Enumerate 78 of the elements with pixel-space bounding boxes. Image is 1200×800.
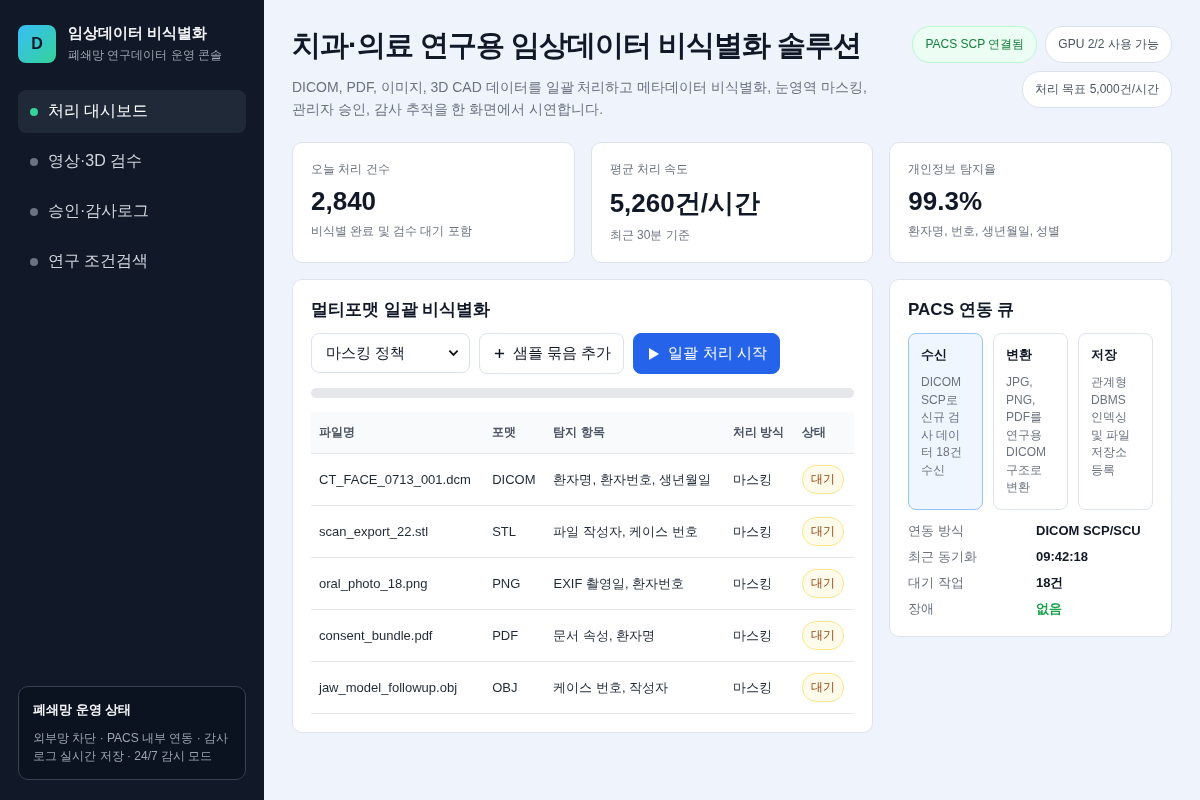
policy-select[interactable]: 마스킹 정책 bbox=[311, 333, 470, 373]
logo-icon: D bbox=[18, 25, 56, 63]
stage-card[interactable]: 수신 DICOM SCP로 신규 검사 데이터 18건 수신 bbox=[908, 333, 983, 510]
table-cell: 마스킹 bbox=[724, 557, 795, 610]
table-cell: scan_export_22.stl bbox=[311, 505, 485, 558]
column-header: 포맷 bbox=[484, 412, 546, 454]
stage-title: 변환 bbox=[1006, 346, 1033, 364]
table-cell: 파일 작성자, 케이스 번호 bbox=[545, 505, 725, 558]
status-badge: GPU 2/2 사용 가능 bbox=[1045, 26, 1172, 63]
status-badge: 처리 목표 5,000건/시간 bbox=[1021, 71, 1172, 108]
detail-label: 최근 동기화 bbox=[908, 547, 978, 566]
table-cell: jaw_model_followup.obj bbox=[311, 661, 485, 714]
nav-item[interactable]: 승인·감사로그 bbox=[18, 190, 246, 233]
status-badge: 대기 bbox=[802, 621, 845, 650]
page-title: 치과·의료 연구용 임상데이터 비식별화 솔루션 bbox=[292, 28, 862, 63]
page-description: DICOM, PDF, 이미지, 3D CAD 데이터를 일괄 처리하고 메타데이터 비식별화, 눈영역 마스킹, 관리자 승인, 감사 추적을 한 화면에서 시연합니다. bbox=[292, 78, 868, 119]
column-header: 처리 방식 bbox=[724, 412, 795, 454]
column-header: 탐지 항목 bbox=[545, 412, 725, 454]
table-cell: EXIF 촬영일, 환자번호 bbox=[545, 557, 725, 610]
table-cell: 문서 속성, 환자명 bbox=[545, 609, 725, 662]
table-cell: PDF bbox=[484, 609, 546, 662]
table-cell: DICOM bbox=[484, 453, 546, 506]
table-cell: consent_bundle.pdf bbox=[311, 609, 485, 662]
status-badge: 대기 bbox=[802, 465, 845, 494]
stat-value: 2,840 bbox=[311, 186, 378, 217]
column-header: 상태 bbox=[794, 412, 854, 454]
nav-item[interactable]: 처리 대시보드 bbox=[18, 90, 246, 133]
status-badge: 대기 bbox=[802, 517, 845, 546]
play-icon bbox=[648, 346, 661, 361]
detail-value: 18건 bbox=[1036, 573, 1065, 592]
stage-text: 관계형 DBMS 인덱싱 및 파일 저장소 등록 bbox=[1091, 374, 1132, 479]
table-cell: 마스킹 bbox=[724, 661, 795, 714]
table-cell: STL bbox=[484, 505, 546, 558]
stat-label: 개인정보 탐지율 bbox=[908, 161, 997, 178]
table-cell: 마스킹 bbox=[724, 609, 795, 662]
table-cell: 케이스 번호, 작성자 bbox=[545, 661, 725, 714]
table-cell: OBJ bbox=[484, 661, 546, 714]
stage-text: DICOM SCP로 신규 검사 데이터 18건 수신 bbox=[921, 374, 963, 479]
stage-title: 수신 bbox=[921, 346, 948, 364]
status-badge: PACS SCP 연결됨 bbox=[912, 26, 1038, 63]
column-header: 파일명 bbox=[311, 412, 485, 454]
stat-label: 오늘 처리 건수 bbox=[311, 161, 391, 178]
chevron-icon bbox=[448, 349, 459, 357]
app-title: 임상데이터 비식별화 bbox=[68, 24, 209, 43]
detail-label: 대기 작업 bbox=[908, 573, 965, 592]
detail-label: 장애 bbox=[908, 599, 935, 618]
status-badge: 대기 bbox=[802, 569, 845, 598]
stat-value: 5,260건/시간 bbox=[609, 187, 761, 220]
detail-label: 연동 방식 bbox=[908, 521, 965, 540]
nav-item[interactable]: 영상·3D 검수 bbox=[18, 140, 246, 183]
panel-title: PACS 연동 큐 bbox=[908, 299, 1016, 321]
panel-title: 멀티포맷 일괄 비식별화 bbox=[311, 299, 492, 321]
detail-value: 없음 bbox=[1036, 599, 1063, 618]
detail-value: 09:42:18 bbox=[1036, 547, 1090, 566]
status-text: 외부망 차단 · PACS 내부 연동 · 감사로그 실시간 저장 · 24/7 감시 모드 bbox=[33, 730, 230, 765]
stage-card[interactable]: 변환 JPG, PNG, PDF를 연구용 DICOM 구조로 변환 bbox=[993, 333, 1068, 510]
stage-title: 저장 bbox=[1091, 346, 1118, 364]
table-cell: CT_FACE_0713_001.dcm bbox=[311, 453, 485, 506]
detail-value: DICOM SCP/SCU bbox=[1036, 521, 1142, 540]
plus-icon bbox=[494, 348, 505, 359]
stage-text: JPG, PNG, PDF를 연구용 DICOM 구조로 변환 bbox=[1006, 374, 1047, 496]
table-cell: 마스킹 bbox=[724, 453, 795, 506]
start-button[interactable]: 일괄 처리 시작 bbox=[633, 333, 780, 374]
stat-note: 환자명, 번호, 생년월일, 성별 bbox=[908, 223, 1062, 240]
stat-note: 최근 30분 기준 bbox=[609, 227, 691, 244]
table-cell: oral_photo_18.png bbox=[311, 557, 485, 610]
table-cell: 마스킹 bbox=[724, 505, 795, 558]
table-cell: 환자명, 환자번호, 생년월일 bbox=[545, 453, 725, 506]
status-title: 폐쇄망 운영 상태 bbox=[33, 701, 133, 719]
nav-item[interactable]: 연구 조건검색 bbox=[18, 240, 246, 283]
stat-label: 평균 처리 속도 bbox=[609, 161, 690, 178]
app-subtitle: 폐쇄망 연구데이터 운영 콘솔 bbox=[68, 47, 222, 64]
stage-card[interactable]: 저장 관계형 DBMS 인덱싱 및 파일 저장소 등록 bbox=[1078, 333, 1153, 510]
table-cell: PNG bbox=[484, 557, 546, 610]
status-badge: 대기 bbox=[802, 673, 845, 702]
stat-value: 99.3% bbox=[908, 186, 984, 217]
add-sample-button[interactable]: 샘플 묶음 추가 bbox=[479, 333, 625, 374]
stat-note: 비식별 완료 및 검수 대기 포함 bbox=[311, 223, 473, 240]
